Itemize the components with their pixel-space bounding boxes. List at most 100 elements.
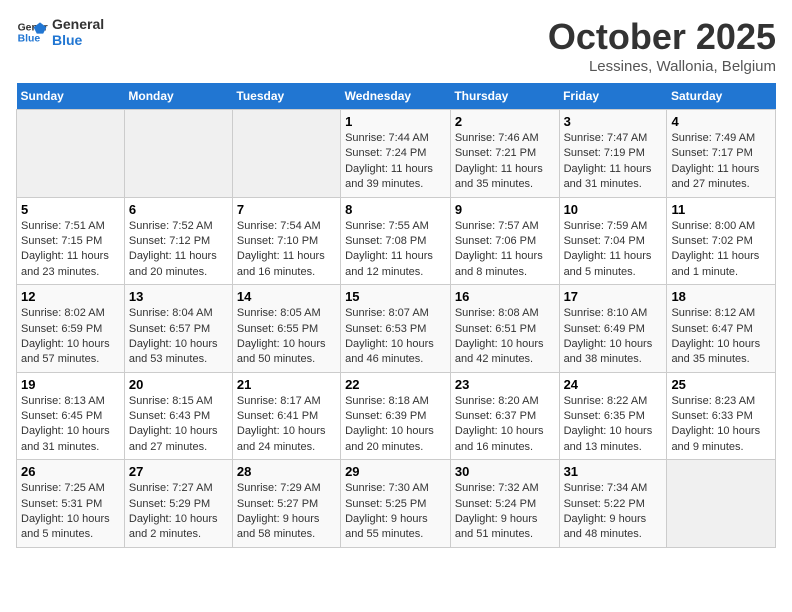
day-info: Sunrise: 7:49 AM Sunset: 7:17 PM Dayligh… [671,131,771,193]
day-number: 23 [455,377,555,392]
day-cell: 4Sunrise: 7:49 AM Sunset: 7:17 PM Daylig… [667,110,776,198]
week-row-2: 5 Sunrise: 7:51 AM Sunset: 7:15 PM Daylig… [17,197,776,285]
day-cell: 15 Sunrise: 8:07 AM Sunset: 6:53 PM Dayli… [341,285,451,373]
day-cell: 13 Sunrise: 8:04 AM Sunset: 6:57 PM Dayli… [124,285,232,373]
day-cell: 14 Sunrise: 8:05 AM Sunset: 6:55 PM Dayli… [232,285,340,373]
day-info: Sunrise: 8:05 AM Sunset: 6:55 PM Dayligh… [237,306,336,368]
day-number: 24 [564,377,663,392]
day-info: Sunrise: 8:22 AM Sunset: 6:35 PM Dayligh… [564,394,663,456]
location-subtitle: Lessines, Wallonia, Belgium [548,58,776,75]
day-info: Sunrise: 8:12 AM Sunset: 6:47 PM Dayligh… [671,306,771,368]
day-cell: 25Sunrise: 8:23 AM Sunset: 6:33 PM Dayli… [667,372,776,460]
day-info: Sunrise: 7:47 AM Sunset: 7:19 PM Dayligh… [564,131,663,193]
logo: General Blue General Blue [16,16,104,48]
day-cell: 1Sunrise: 7:44 AM Sunset: 7:24 PM Daylig… [341,110,451,198]
day-number: 14 [237,289,336,304]
day-info: Sunrise: 8:07 AM Sunset: 6:53 PM Dayligh… [345,306,446,368]
day-cell: 23 Sunrise: 8:20 AM Sunset: 6:37 PM Dayli… [450,372,559,460]
day-cell: 21 Sunrise: 8:17 AM Sunset: 6:41 PM Dayli… [232,372,340,460]
day-header-wednesday: Wednesday [341,83,451,110]
day-info: Sunrise: 7:52 AM Sunset: 7:12 PM Dayligh… [129,219,228,281]
day-number: 18 [671,289,771,304]
day-number: 15 [345,289,446,304]
day-info: Sunrise: 7:25 AM Sunset: 5:31 PM Dayligh… [21,481,120,543]
day-number: 19 [21,377,120,392]
day-cell: 7 Sunrise: 7:54 AM Sunset: 7:10 PM Daylig… [232,197,340,285]
day-cell: 26 Sunrise: 7:25 AM Sunset: 5:31 PM Dayli… [17,460,125,548]
day-number: 13 [129,289,228,304]
day-info: Sunrise: 8:20 AM Sunset: 6:37 PM Dayligh… [455,394,555,456]
day-number: 6 [129,202,228,217]
day-info: Sunrise: 7:55 AM Sunset: 7:08 PM Dayligh… [345,219,446,281]
day-cell: 18 Sunrise: 8:12 AM Sunset: 6:47 PM Dayli… [667,285,776,373]
day-number: 7 [237,202,336,217]
day-info: Sunrise: 7:57 AM Sunset: 7:06 PM Dayligh… [455,219,555,281]
day-info: Sunrise: 7:54 AM Sunset: 7:10 PM Dayligh… [237,219,336,281]
day-number: 9 [455,202,555,217]
day-number: 29 [345,464,446,479]
header-row: SundayMondayTuesdayWednesdayThursdayFrid… [17,83,776,110]
day-cell: 16Sunrise: 8:08 AM Sunset: 6:51 PM Dayli… [450,285,559,373]
day-cell: 3Sunrise: 7:47 AM Sunset: 7:19 PM Daylig… [559,110,667,198]
day-info: Sunrise: 8:10 AM Sunset: 6:49 PM Dayligh… [564,306,663,368]
day-cell: 5 Sunrise: 7:51 AM Sunset: 7:15 PM Daylig… [17,197,125,285]
day-cell: 27 Sunrise: 7:27 AM Sunset: 5:29 PM Dayli… [124,460,232,548]
day-cell: 10 Sunrise: 7:59 AM Sunset: 7:04 PM Dayli… [559,197,667,285]
day-number: 2 [455,114,555,129]
day-info: Sunrise: 7:34 AM Sunset: 5:22 PM Dayligh… [564,481,663,543]
logo-general: General [52,16,104,32]
day-cell: 11 Sunrise: 8:00 AM Sunset: 7:02 PM Dayli… [667,197,776,285]
week-row-5: 26 Sunrise: 7:25 AM Sunset: 5:31 PM Dayli… [17,460,776,548]
day-cell [232,110,340,198]
day-header-sunday: Sunday [17,83,125,110]
day-cell: 12Sunrise: 8:02 AM Sunset: 6:59 PM Dayli… [17,285,125,373]
week-row-3: 12Sunrise: 8:02 AM Sunset: 6:59 PM Dayli… [17,285,776,373]
week-row-1: 1Sunrise: 7:44 AM Sunset: 7:24 PM Daylig… [17,110,776,198]
day-cell: 9 Sunrise: 7:57 AM Sunset: 7:06 PM Daylig… [450,197,559,285]
day-cell: 2 Sunrise: 7:46 AM Sunset: 7:21 PM Daylig… [450,110,559,198]
day-info: Sunrise: 8:04 AM Sunset: 6:57 PM Dayligh… [129,306,228,368]
day-cell: 6 Sunrise: 7:52 AM Sunset: 7:12 PM Daylig… [124,197,232,285]
day-number: 22 [345,377,446,392]
day-info: Sunrise: 8:00 AM Sunset: 7:02 PM Dayligh… [671,219,771,281]
month-title: October 2025 [548,16,776,58]
day-header-friday: Friday [559,83,667,110]
day-cell: 30Sunrise: 7:32 AM Sunset: 5:24 PM Dayli… [450,460,559,548]
week-row-4: 19 Sunrise: 8:13 AM Sunset: 6:45 PM Dayli… [17,372,776,460]
day-number: 27 [129,464,228,479]
logo-blue: Blue [52,32,104,48]
day-info: Sunrise: 8:13 AM Sunset: 6:45 PM Dayligh… [21,394,120,456]
day-cell: 8 Sunrise: 7:55 AM Sunset: 7:08 PM Daylig… [341,197,451,285]
day-number: 1 [345,114,446,129]
day-number: 20 [129,377,228,392]
day-number: 21 [237,377,336,392]
day-number: 10 [564,202,663,217]
day-info: Sunrise: 7:51 AM Sunset: 7:15 PM Dayligh… [21,219,120,281]
day-number: 8 [345,202,446,217]
day-info: Sunrise: 8:18 AM Sunset: 6:39 PM Dayligh… [345,394,446,456]
day-header-monday: Monday [124,83,232,110]
day-number: 5 [21,202,120,217]
day-info: Sunrise: 7:30 AM Sunset: 5:25 PM Dayligh… [345,481,446,543]
day-number: 16 [455,289,555,304]
day-number: 17 [564,289,663,304]
day-cell [17,110,125,198]
day-cell: 28Sunrise: 7:29 AM Sunset: 5:27 PM Dayli… [232,460,340,548]
logo-icon: General Blue [16,16,48,48]
day-header-saturday: Saturday [667,83,776,110]
day-info: Sunrise: 7:46 AM Sunset: 7:21 PM Dayligh… [455,131,555,193]
day-cell [667,460,776,548]
day-info: Sunrise: 7:27 AM Sunset: 5:29 PM Dayligh… [129,481,228,543]
day-cell [124,110,232,198]
day-header-thursday: Thursday [450,83,559,110]
day-info: Sunrise: 8:15 AM Sunset: 6:43 PM Dayligh… [129,394,228,456]
day-cell: 20 Sunrise: 8:15 AM Sunset: 6:43 PM Dayli… [124,372,232,460]
day-info: Sunrise: 7:59 AM Sunset: 7:04 PM Dayligh… [564,219,663,281]
day-number: 12 [21,289,120,304]
day-cell: 29 Sunrise: 7:30 AM Sunset: 5:25 PM Dayli… [341,460,451,548]
day-number: 11 [671,202,771,217]
day-number: 30 [455,464,555,479]
svg-text:Blue: Blue [18,34,41,45]
day-number: 26 [21,464,120,479]
day-info: Sunrise: 8:17 AM Sunset: 6:41 PM Dayligh… [237,394,336,456]
